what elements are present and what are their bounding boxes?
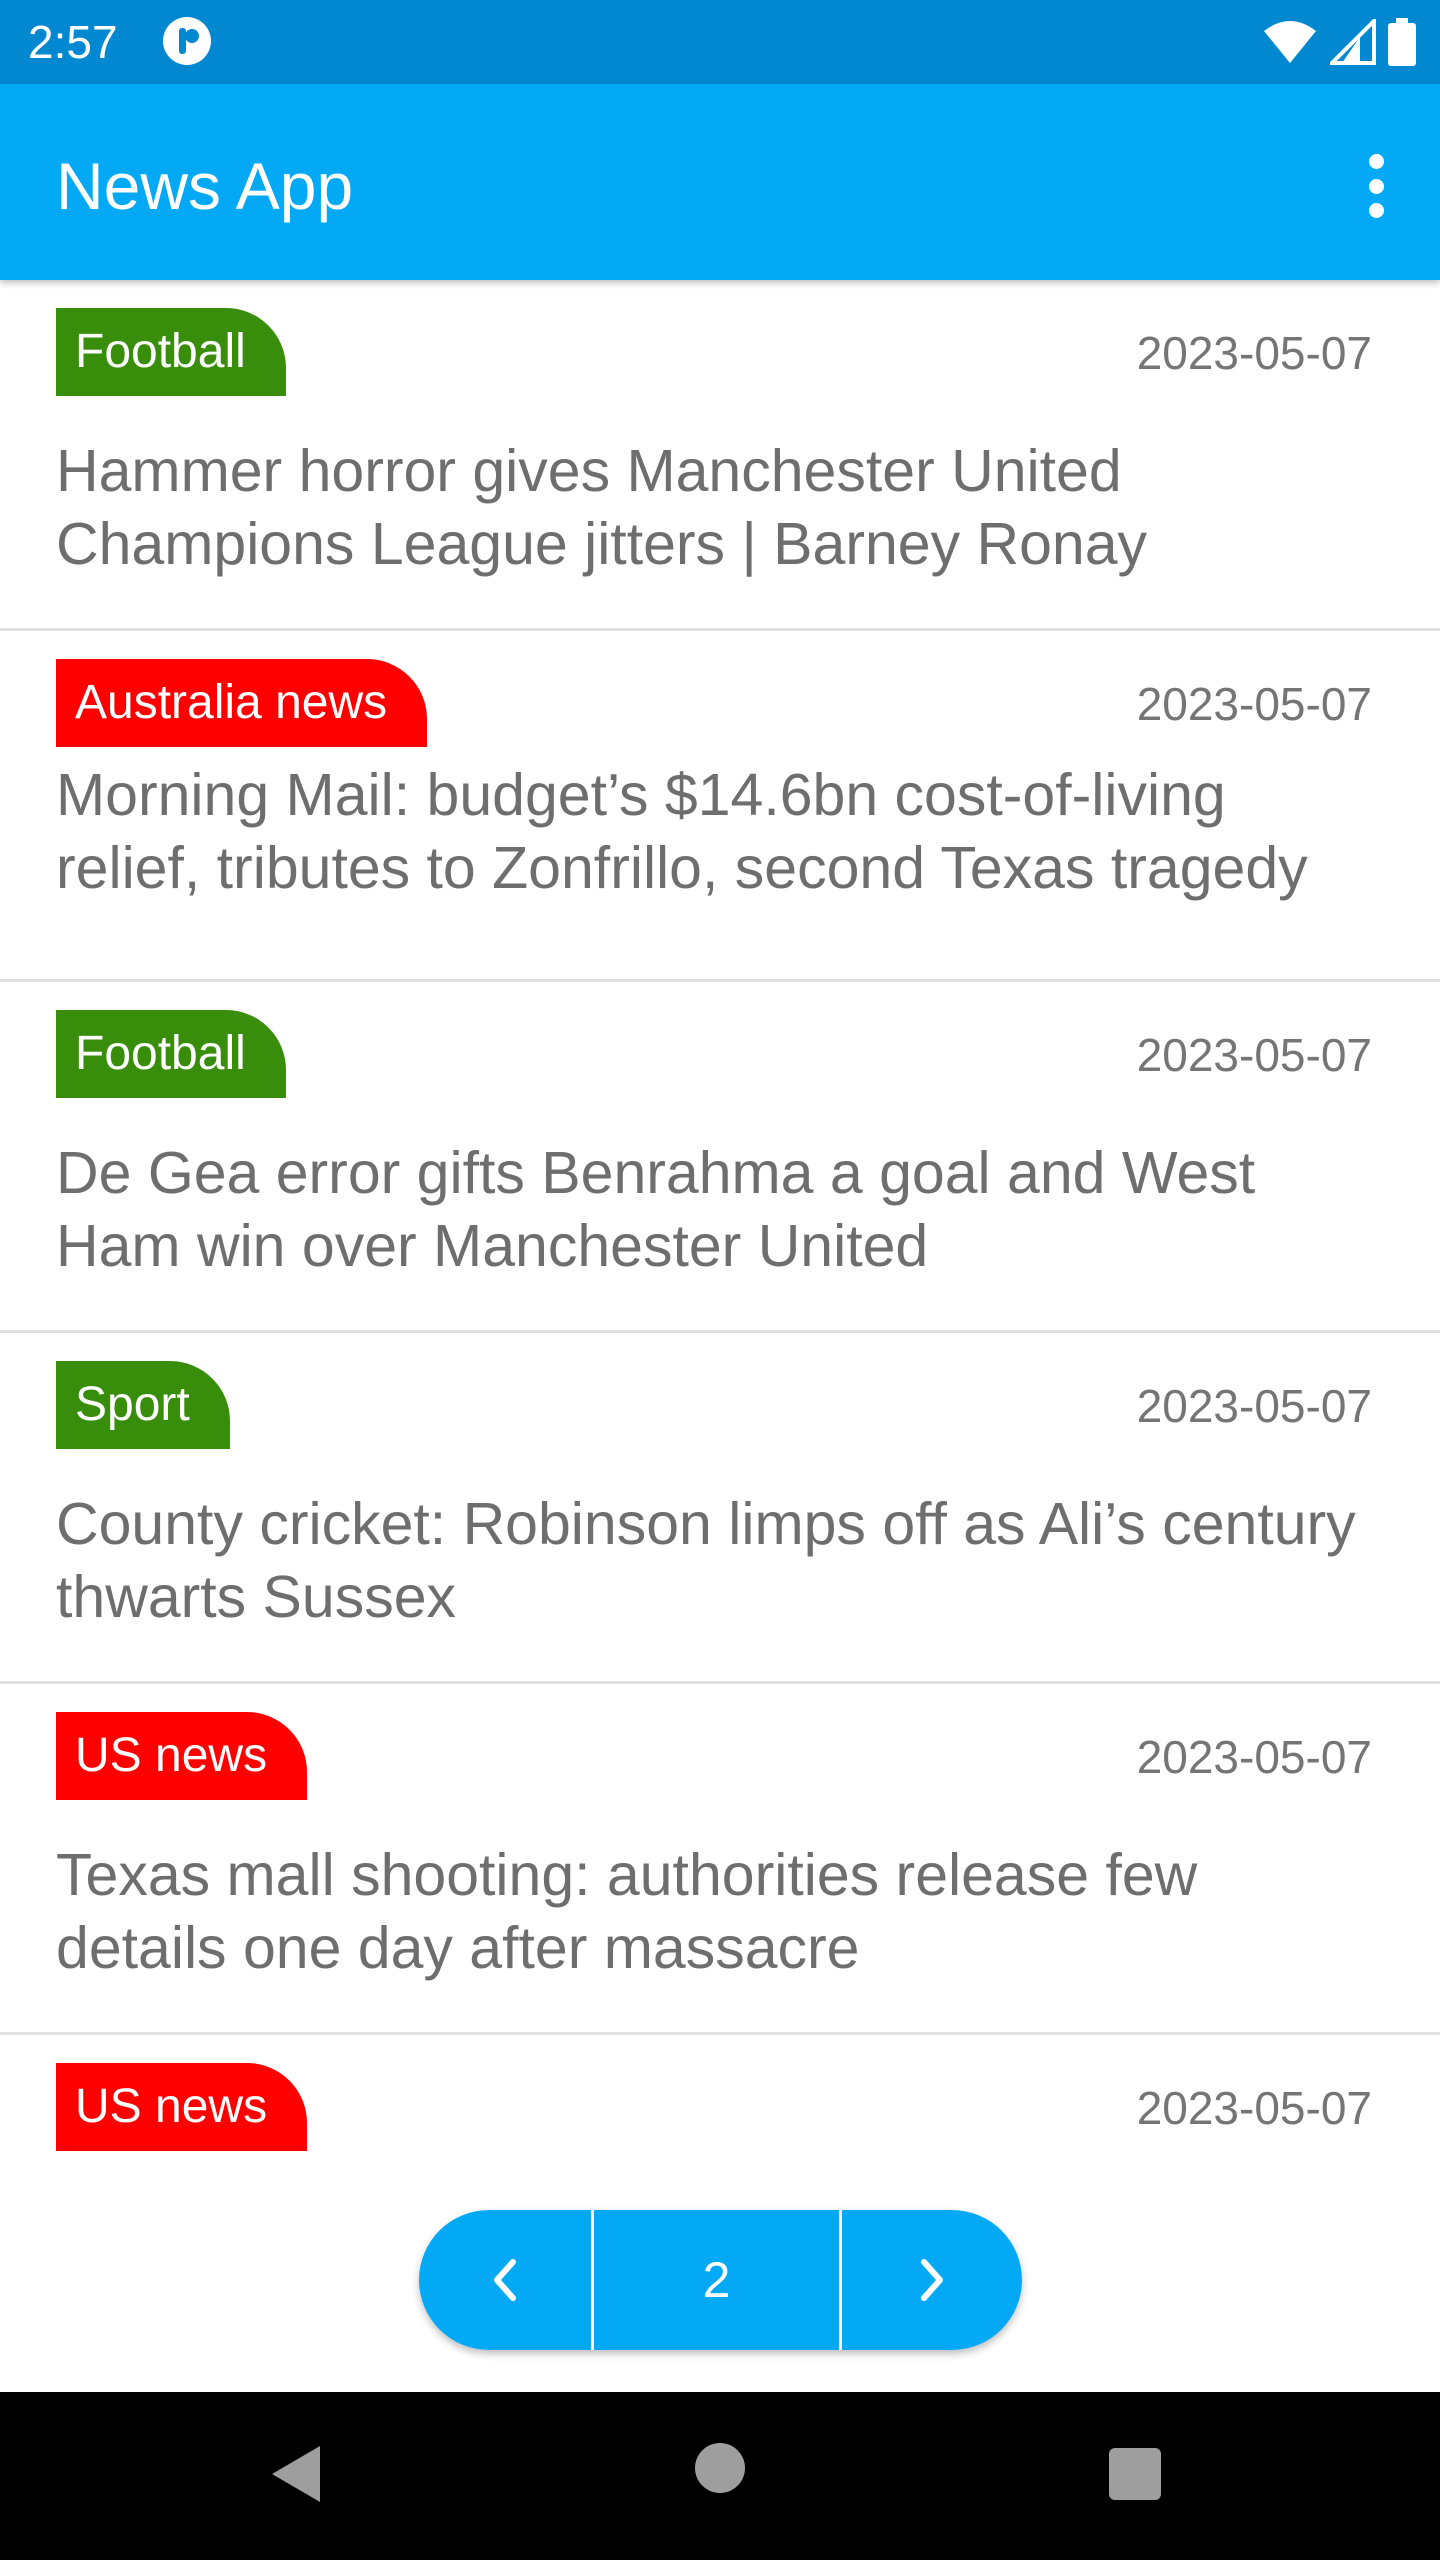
chevron-left-icon — [494, 2259, 516, 2301]
article-date: 2023-05-07 — [1136, 327, 1372, 379]
status-time: 2:57 — [28, 16, 118, 68]
app-title: News App — [56, 149, 354, 223]
signal-icon — [1330, 19, 1376, 65]
more-vert-icon[interactable] — [1352, 154, 1400, 218]
article-date: 2023-05-07 — [1136, 1380, 1372, 1432]
article-item[interactable]: Sport 2023-05-07 County cricket: Robinso… — [0, 1333, 1440, 1684]
article-title: County cricket: Robinson limps off as Al… — [56, 1491, 1356, 1630]
category-tag: Football — [56, 308, 286, 396]
article-title: De Gea error gifts Benrahma a goal and W… — [56, 1140, 1256, 1279]
status-icons — [1262, 18, 1416, 66]
status-bar: 2:57 — [0, 0, 1440, 84]
article-title: Texas mall shooting: authorities release… — [56, 1842, 1198, 1981]
current-page-button[interactable]: 2 — [594, 2210, 842, 2350]
category-tag: Sport — [56, 1361, 230, 1449]
battery-icon — [1388, 18, 1416, 66]
article-item[interactable]: Football 2023-05-07 De Gea error gifts B… — [0, 982, 1440, 1333]
article-list: Football 2023-05-07 Hammer horror gives … — [0, 280, 1440, 2386]
recents-icon[interactable] — [1109, 2448, 1161, 2500]
next-page-button[interactable] — [842, 2210, 1022, 2350]
app-bar: News App — [0, 84, 1440, 280]
article-date: 2023-05-07 — [1136, 678, 1372, 730]
article-date: 2023-05-07 — [1136, 1731, 1372, 1783]
article-item[interactable]: Australia news 2023-05-07 Morning Mail: … — [0, 631, 1440, 982]
chevron-right-icon — [921, 2259, 943, 2301]
category-tag: Australia news — [56, 659, 428, 747]
wifi-icon — [1264, 21, 1316, 63]
article-title: Hammer horror gives Manchester United Ch… — [56, 438, 1148, 577]
category-tag: US news — [56, 1712, 308, 1800]
category-tag: Football — [56, 1010, 286, 1098]
back-icon[interactable] — [268, 2442, 324, 2506]
article-date: 2023-05-07 — [1136, 1029, 1372, 1081]
pagination-control: 2 — [419, 2210, 1022, 2350]
app-notification-icon — [163, 17, 211, 65]
article-item[interactable]: Football 2023-05-07 Hammer horror gives … — [0, 280, 1440, 631]
article-title: Morning Mail: budget’s $14.6bn cost-of-l… — [56, 762, 1308, 901]
category-tag: US news — [56, 2063, 308, 2151]
previous-page-button[interactable] — [419, 2210, 594, 2350]
article-item[interactable]: US news 2023-05-07 Texas mall shooting: … — [0, 1684, 1440, 2035]
article-date: 2023-05-07 — [1136, 2082, 1372, 2134]
home-icon[interactable] — [695, 2443, 745, 2493]
